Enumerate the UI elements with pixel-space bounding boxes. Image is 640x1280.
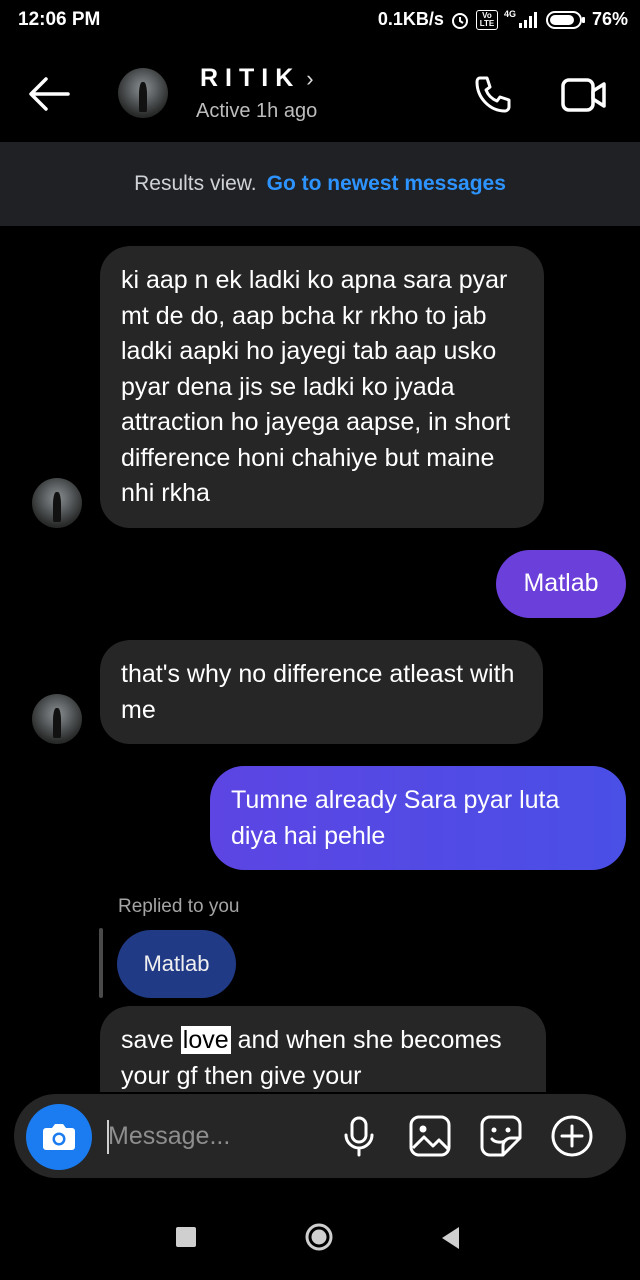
results-view-text: Results view. [134,172,257,195]
contact-avatar[interactable] [118,68,168,118]
reply-quote-bubble[interactable]: Matlab [117,930,236,998]
battery-icon [545,10,585,29]
reply-indicator-line [99,928,103,998]
sticker-icon[interactable] [479,1114,523,1158]
message-outgoing[interactable]: Matlab [496,550,626,618]
microphone-icon[interactable] [337,1114,381,1158]
network-type: 4G [503,9,516,19]
status-indicators: 0.1KB/s Vo LTE 4G 76% [378,9,628,30]
camera-button[interactable] [26,1104,92,1170]
sender-avatar[interactable] [32,478,82,528]
message-input[interactable] [108,1117,308,1155]
status-bar: 12:06 PM 0.1KB/s Vo LTE 4G 76% [0,0,640,44]
chat-header: RITIK › Active 1h ago [0,44,640,142]
camera-icon [43,1124,75,1150]
net-speed: 0.1KB/s [377,9,444,29]
active-status: Active 1h ago [196,100,318,122]
status-time: 12:06 PM [18,9,101,30]
back-arrow-icon[interactable] [26,74,72,114]
phone-icon[interactable] [470,72,516,118]
volte-badge: Vo LTE [475,9,498,30]
recents-button[interactable] [176,1227,196,1247]
go-to-newest-link[interactable]: Go to newest messages [267,172,506,196]
signal-icon [518,11,537,28]
message-incoming[interactable]: that's why no difference atleast with me [100,640,543,744]
plus-circle-icon[interactable] [550,1114,594,1158]
message-text: save [121,1026,181,1054]
search-highlight: love [180,1026,231,1054]
chevron-right-icon: › [306,65,314,91]
contact-name[interactable]: RITIK › [200,64,314,93]
results-banner: Results view. Go to newest messages [0,142,640,226]
sender-avatar[interactable] [32,694,82,744]
battery-level: 76% [591,9,628,29]
message-incoming[interactable]: ki aap n ek ladki ko apna sara pyar mt d… [100,246,544,528]
contact-name-text: RITIK [200,64,301,92]
message-outgoing[interactable]: Tumne already Sara pyar luta diya hai pe… [210,766,626,870]
replied-to-label: Replied to you [118,896,240,917]
home-button[interactable] [305,1223,333,1251]
message-composer [14,1094,626,1178]
alarm-icon [451,12,468,29]
video-call-icon[interactable] [560,74,608,116]
nav-back-button[interactable] [440,1226,460,1250]
gallery-icon[interactable] [408,1114,452,1158]
